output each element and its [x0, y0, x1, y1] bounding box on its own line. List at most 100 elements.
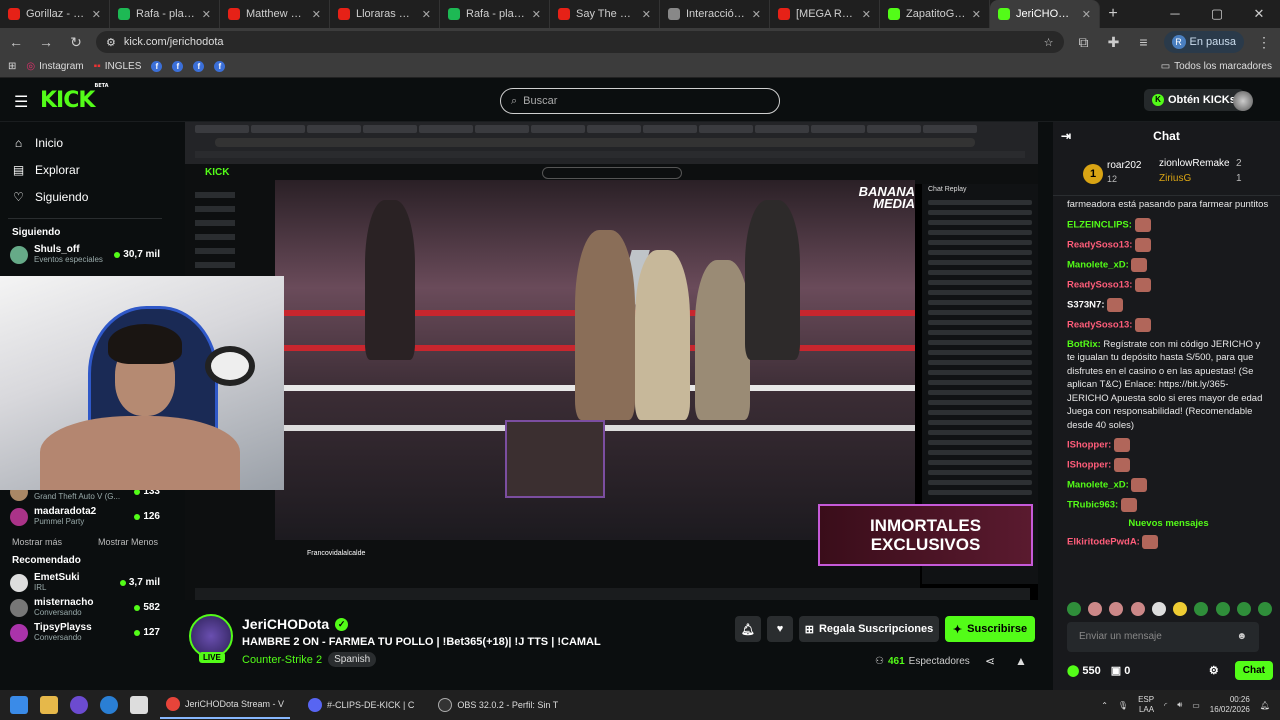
volume-icon[interactable]: 🔊︎ — [1177, 700, 1182, 710]
chat-username[interactable]: BotRix: — [1067, 339, 1101, 350]
nav-explorar[interactable]: ▤ Explorar — [0, 156, 170, 183]
share-icon[interactable]: ⋖ — [985, 654, 995, 668]
menu-icon[interactable]: ⋮ — [1254, 34, 1274, 51]
video-player[interactable]: KICK BANANA MEDIA Chat Replay Francovida… — [185, 122, 1038, 600]
browser-tab[interactable]: Say The Word On ✕ — [550, 0, 660, 28]
edge-icon[interactable] — [100, 696, 118, 714]
taskbar-chrome[interactable]: JeriCHODota Stream - V — [160, 691, 291, 719]
report-icon[interactable]: ▲ — [1015, 654, 1027, 668]
emote-icon[interactable] — [1215, 602, 1230, 616]
leader-name[interactable]: roar202 — [1107, 160, 1141, 171]
settings-icon[interactable]: ⚙ — [1209, 664, 1219, 677]
chat-username[interactable]: ReadySoso13: — [1067, 239, 1132, 250]
site-info-icon[interactable]: ⚙ — [106, 36, 116, 49]
browser-tab[interactable]: Rafa - playlist by ✕ — [110, 0, 220, 28]
nav-siguiendo[interactable]: ♡ Siguiendo — [0, 183, 170, 210]
close-tab-icon[interactable]: ✕ — [202, 8, 211, 21]
facebook-icon[interactable]: f — [214, 61, 226, 72]
chat-username[interactable]: S373N7: — [1067, 299, 1105, 310]
store-display[interactable]: ▣ 0 — [1111, 664, 1131, 677]
close-window-icon[interactable]: ✕ — [1238, 0, 1280, 28]
forward-icon[interactable]: → — [36, 34, 56, 50]
close-tab-icon[interactable]: ✕ — [752, 8, 761, 21]
bookmark-instagram[interactable]: ◎ Instagram — [26, 61, 83, 72]
puzzle-icon[interactable]: ✚ — [1104, 34, 1124, 51]
category-link[interactable]: Counter-Strike 2 — [242, 654, 322, 666]
leader-name[interactable]: ZiriusG — [1159, 173, 1191, 184]
gift-subs-button[interactable]: ⊞ Regala Suscripciones — [799, 616, 939, 642]
browser-tab[interactable]: Matthew descubr ✕ — [220, 0, 330, 28]
emote-icon[interactable] — [1173, 602, 1188, 616]
send-chat-button[interactable]: Chat — [1234, 660, 1273, 680]
chat-username[interactable]: Manolete_xD: — [1067, 480, 1129, 491]
emoji-icon[interactable]: ☻ — [1236, 631, 1247, 642]
emote-icon[interactable] — [1109, 602, 1124, 616]
url-field[interactable]: ⚙ kick.com/jerichodota ☆ — [96, 31, 1064, 53]
wifi-icon[interactable]: ◜ — [1164, 701, 1167, 710]
close-tab-icon[interactable]: ✕ — [532, 8, 541, 21]
chat-input[interactable]: Enviar un mensaje ☻ — [1067, 622, 1259, 652]
new-messages-divider[interactable]: Nuevos mensajes — [1067, 518, 1270, 529]
chat-username[interactable]: TRubic963: — [1067, 500, 1118, 511]
windows-start-icon[interactable] — [10, 696, 28, 714]
subscribe-button[interactable]: ✦ Suscribirse — [945, 616, 1035, 642]
chat-username[interactable]: ELZEINCLIPS: — [1067, 219, 1132, 230]
chat-username[interactable]: ReadySoso13: — [1067, 279, 1132, 290]
user-avatar[interactable] — [1233, 91, 1253, 111]
collapse-chat-icon[interactable]: ⇥ — [1061, 129, 1071, 143]
streamer-name[interactable]: JeriCHODota — [242, 616, 329, 632]
recommended-channel[interactable]: misternacho Conversando 582 — [0, 595, 170, 620]
media-icon[interactable]: ≡ — [1134, 34, 1154, 50]
emote-icon[interactable] — [1236, 602, 1251, 616]
recommended-channel[interactable]: EmetSuki IRL 3,7 mil — [0, 570, 170, 595]
nav-inicio[interactable]: ⌂ Inicio — [0, 129, 170, 156]
following-channel[interactable]: madaradota2 Pummel Party 126 — [0, 504, 170, 529]
chat-username[interactable]: IShopper: — [1067, 440, 1111, 451]
new-tab-icon[interactable]: + — [1100, 5, 1126, 23]
follow-button[interactable]: ♥ — [767, 616, 793, 642]
browser-tab[interactable]: [MEGA RETO] Di ✕ — [770, 0, 880, 28]
points-display[interactable]: ⬤ 550 — [1067, 664, 1101, 677]
notifications-icon[interactable]: 🔔︎ — [1260, 701, 1270, 710]
get-kicks-button[interactable]: K Obtén KICKs — [1144, 89, 1244, 111]
browser-tab[interactable]: JeriCHODota Stre ✕ — [990, 0, 1100, 28]
show-more-link[interactable]: Mostrar más — [12, 537, 62, 547]
chat-username[interactable]: IShopper: — [1067, 460, 1111, 471]
kick-logo[interactable]: KICKBETA — [40, 83, 109, 113]
copilot-icon[interactable] — [70, 696, 88, 714]
emote-icon[interactable] — [1194, 602, 1209, 616]
leader-name[interactable]: zionlowRemake — [1159, 158, 1230, 169]
minimize-icon[interactable]: ─ — [1154, 0, 1196, 28]
notification-button[interactable]: 🔔︎ — [735, 616, 761, 642]
hamburger-menu-icon[interactable]: ☰ — [14, 92, 28, 112]
language-indicator[interactable]: ESP LAA — [1138, 695, 1154, 715]
chat-username[interactable]: Manolete_xD: — [1067, 259, 1129, 270]
browser-tab[interactable]: Lloraras por mi - ✕ — [330, 0, 440, 28]
close-tab-icon[interactable]: ✕ — [1082, 8, 1091, 21]
chevron-up-icon[interactable]: ⌃ — [1101, 701, 1108, 710]
facebook-icon[interactable]: f — [172, 61, 184, 72]
facebook-icon[interactable]: f — [151, 61, 163, 72]
close-tab-icon[interactable]: ✕ — [642, 8, 651, 21]
extension-icon[interactable]: ⧉ — [1074, 34, 1094, 51]
following-channel[interactable]: Shuls_off Eventos especiales 30,7 mil — [0, 242, 170, 267]
recommended-channel[interactable]: TipsyPlayss Conversando 127 — [0, 620, 170, 645]
facebook-icon[interactable]: f — [193, 61, 205, 72]
taskbar-obs[interactable]: OBS 32.0.2 - Perfil: Sin T — [432, 691, 564, 719]
browser-tab[interactable]: Interacción | El m ✕ — [660, 0, 770, 28]
emote-icon[interactable] — [1088, 602, 1103, 616]
language-tag[interactable]: Spanish — [328, 652, 377, 667]
emote-icon[interactable] — [1257, 602, 1272, 616]
taskbar-discord[interactable]: #-CLIPS-DE-KICK | C — [302, 691, 420, 719]
battery-icon[interactable]: ▭ — [1192, 701, 1200, 710]
browser-tab[interactable]: Rafa - playlist by ✕ — [440, 0, 550, 28]
search-input[interactable]: ⌕ Buscar — [500, 88, 780, 114]
show-less-link[interactable]: Mostrar Menos — [98, 537, 158, 547]
chat-username[interactable]: ElkiritodePwdA: — [1067, 537, 1140, 548]
profile-button[interactable]: R En pausa — [1163, 31, 1244, 53]
bookmark-ingles[interactable]: ▪▪ INGLES — [94, 61, 142, 72]
close-tab-icon[interactable]: ✕ — [972, 8, 981, 21]
microphone-icon[interactable]: 🎙︎ — [1118, 701, 1128, 710]
clock[interactable]: 00:26 16/02/2026 — [1210, 695, 1250, 715]
browser-tab[interactable]: Gorillaz - Feel Go ✕ — [0, 0, 110, 28]
